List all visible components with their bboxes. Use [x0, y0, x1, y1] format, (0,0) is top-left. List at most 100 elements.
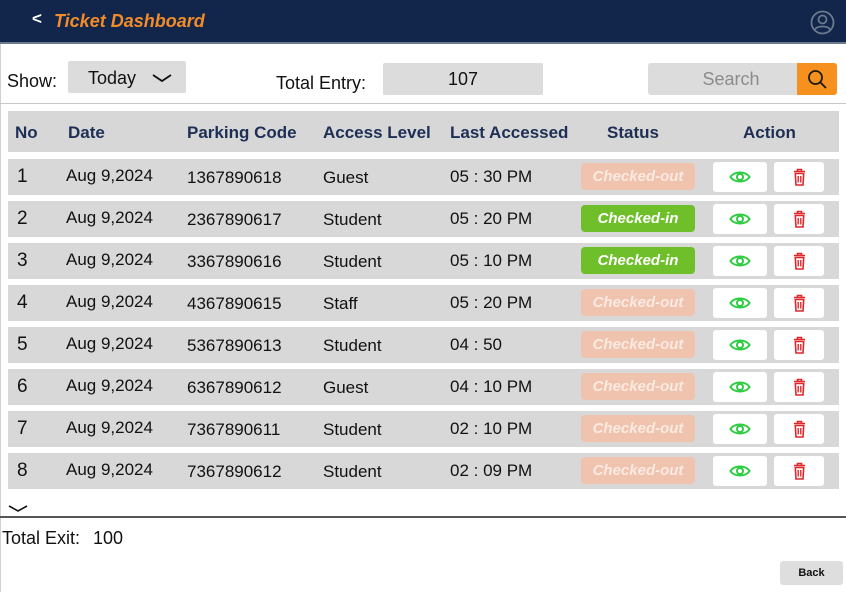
- row-access-level: Guest: [323, 168, 369, 187]
- total-entry-label: Total Entry:: [276, 73, 367, 93]
- show-period-value: Today: [88, 68, 137, 88]
- row-parking-code: 4367890615: [187, 294, 282, 313]
- row-last-accessed: 05 : 20 PM: [450, 293, 533, 312]
- row-date: Aug 9,2024: [66, 208, 153, 227]
- divider: [0, 103, 846, 104]
- row-number: 6: [17, 376, 28, 397]
- status-badge: Checked-in: [581, 247, 695, 274]
- row-last-accessed: 04 : 50: [450, 335, 502, 354]
- trash-icon: [794, 336, 805, 354]
- table-row: 6 Aug 9,2024 6367890612 Guest 04 : 10 PM Chec…: [8, 369, 839, 405]
- status-badge: Checked-out: [581, 331, 695, 358]
- delete-button[interactable]: [774, 246, 824, 276]
- eye-icon: [729, 297, 751, 309]
- row-access-level: Student: [323, 420, 382, 439]
- delete-button[interactable]: [774, 204, 824, 234]
- delete-button[interactable]: [774, 456, 824, 486]
- eye-icon: [729, 255, 751, 267]
- total-exit-label: Total Exit:: [2, 528, 81, 548]
- row-date: Aug 9,2024: [66, 250, 153, 269]
- status-badge: Checked-out: [581, 163, 695, 190]
- table-row: 8 Aug 9,2024 7367890612 Student 02 : 09 PM Ch…: [8, 453, 839, 489]
- row-number: 4: [17, 292, 28, 313]
- status-badge: Checked-in: [581, 205, 695, 232]
- trash-icon: [794, 168, 805, 186]
- status-badge: Checked-out: [581, 289, 695, 316]
- column-header-parking-code: Parking Code: [187, 123, 297, 142]
- row-date: Aug 9,2024: [66, 418, 153, 437]
- trash-icon: [794, 462, 805, 480]
- view-button[interactable]: [713, 330, 767, 360]
- row-last-accessed: 05 : 30 PM: [450, 167, 533, 186]
- view-button[interactable]: [713, 246, 767, 276]
- row-date: Aug 9,2024: [66, 292, 153, 311]
- view-button[interactable]: [713, 456, 767, 486]
- search-button[interactable]: [797, 63, 837, 95]
- page-title: Ticket Dashboard: [54, 11, 205, 31]
- trash-icon: [794, 210, 805, 228]
- row-last-accessed: 04 : 10 PM: [450, 377, 533, 396]
- view-button[interactable]: [713, 372, 767, 402]
- status-badge: Checked-out: [581, 457, 695, 484]
- row-number: 1: [17, 166, 28, 187]
- search-input[interactable]: [648, 63, 798, 95]
- row-last-accessed: 02 : 10 PM: [450, 419, 533, 438]
- table-row: 4 Aug 9,2024 4367890615 Staff 05 : 20 PM Chec…: [8, 285, 839, 321]
- row-parking-code: 6367890612: [187, 378, 282, 397]
- row-last-accessed: 02 : 09 PM: [450, 461, 533, 480]
- trash-icon: [794, 294, 805, 312]
- row-access-level: Guest: [323, 378, 369, 397]
- view-button[interactable]: [713, 162, 767, 192]
- row-last-accessed: 05 : 20 PM: [450, 209, 533, 228]
- row-date: Aug 9,2024: [66, 376, 153, 395]
- view-button[interactable]: [713, 414, 767, 444]
- divider: [0, 516, 846, 518]
- chevron-down-icon: [152, 74, 172, 83]
- eye-icon: [729, 465, 751, 477]
- row-parking-code: 7367890611: [187, 420, 281, 439]
- row-date: Aug 9,2024: [66, 166, 153, 185]
- app-header: < Ticket Dashboard: [0, 0, 846, 44]
- row-parking-code: 2367890617: [187, 210, 282, 229]
- view-button[interactable]: [713, 288, 767, 318]
- trash-icon: [794, 252, 805, 270]
- delete-button[interactable]: [774, 414, 824, 444]
- row-number: 8: [17, 460, 28, 481]
- row-number: 5: [17, 334, 28, 355]
- eye-icon: [729, 381, 751, 393]
- table-row: 1 Aug 9,2024 1367890618 Guest 05 : 30 PM Chec…: [8, 159, 839, 195]
- expand-chevron-icon[interactable]: [8, 504, 28, 514]
- show-period-dropdown[interactable]: Today: [68, 61, 186, 93]
- show-label: Show:: [7, 71, 58, 91]
- eye-icon: [729, 213, 751, 225]
- total-exit-value: 100: [93, 528, 124, 548]
- eye-icon: [729, 339, 751, 351]
- row-date: Aug 9,2024: [66, 334, 153, 353]
- table-header: No Date Parking Code Access Level Last A…: [8, 111, 839, 152]
- trash-icon: [794, 378, 805, 396]
- delete-button[interactable]: [774, 288, 824, 318]
- back-chevron-icon[interactable]: <: [32, 9, 42, 29]
- eye-icon: [729, 423, 751, 435]
- total-entry-value: 107: [447, 69, 479, 89]
- table-row: 3 Aug 9,2024 3367890616 Student 05 : 10 PM Ch…: [8, 243, 839, 279]
- user-avatar-icon[interactable]: [810, 10, 835, 35]
- row-number: 3: [17, 250, 28, 271]
- column-header-access-level: Access Level: [323, 123, 431, 142]
- row-parking-code: 5367890613: [187, 336, 282, 355]
- row-number: 2: [17, 208, 28, 229]
- back-button[interactable]: Back: [780, 561, 843, 585]
- frame-border: [0, 44, 1, 592]
- table-row: 7 Aug 9,2024 7367890611 Student 02 : 10 PM Ch…: [8, 411, 839, 447]
- delete-button[interactable]: [774, 372, 824, 402]
- column-header-date: Date: [68, 123, 105, 142]
- row-number: 7: [17, 418, 28, 439]
- view-button[interactable]: [713, 204, 767, 234]
- status-badge: Checked-out: [581, 415, 695, 442]
- table-row: 2 Aug 9,2024 2367890617 Student 05 : 20 PM Ch…: [8, 201, 839, 237]
- delete-button[interactable]: [774, 330, 824, 360]
- row-access-level: Student: [323, 462, 382, 481]
- row-access-level: Student: [323, 252, 382, 271]
- delete-button[interactable]: [774, 162, 824, 192]
- status-badge: Checked-out: [581, 373, 695, 400]
